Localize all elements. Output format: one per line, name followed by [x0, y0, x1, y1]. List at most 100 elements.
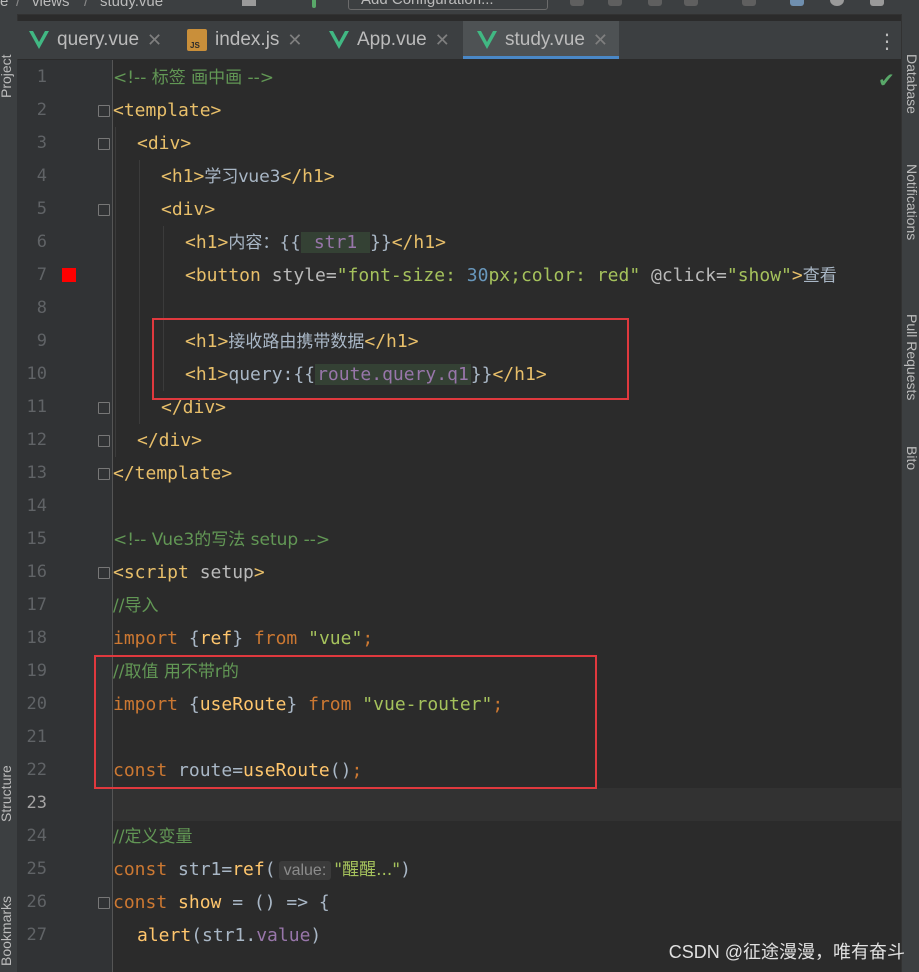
- tab-label: study.vue: [505, 29, 585, 50]
- pull-requests-tool-button[interactable]: Pull Requests: [904, 314, 919, 400]
- line-number: 21: [26, 727, 47, 747]
- code-line-16: <script setup>: [113, 562, 265, 583]
- navigation-bar: e / views / study.vue Add Configuration.…: [0, 0, 919, 15]
- search-icon[interactable]: [830, 0, 844, 6]
- tab-study-vue[interactable]: study.vue ✕: [463, 21, 619, 59]
- code-line-25: const str1=ref(value: "醒醒..."): [113, 859, 411, 880]
- line-number: 5: [36, 199, 47, 219]
- vue-icon: [477, 31, 497, 49]
- fold-icon[interactable]: [98, 468, 110, 480]
- line-number-current: 23: [26, 793, 47, 813]
- line-number: 14: [26, 496, 47, 516]
- line-number: 12: [26, 430, 47, 450]
- line-number: 2: [36, 100, 47, 120]
- line-number: 17: [26, 595, 47, 615]
- code-line-6: <h1>内容：{{ str1 }}</h1>: [185, 232, 446, 253]
- code-line-4: <h1>学习vue3</h1>: [161, 166, 335, 187]
- code-editor[interactable]: <!-- 标签 画中画 --> <template> <div> <h1>学习v…: [113, 60, 901, 972]
- database-tool-button[interactable]: Database: [904, 54, 919, 114]
- tab-label: App.vue: [357, 29, 427, 50]
- js-icon: JS: [187, 29, 207, 51]
- debug-icon[interactable]: [608, 0, 622, 6]
- fold-icon[interactable]: [98, 567, 110, 579]
- line-number: 11: [26, 397, 47, 417]
- code-line-3: <div>: [137, 133, 192, 154]
- user-icon[interactable]: [242, 0, 256, 6]
- watermark: CSDN @征途漫漫，唯有奋斗: [668, 942, 905, 962]
- run-icon[interactable]: [570, 0, 584, 6]
- highlight-box-template: [152, 318, 629, 400]
- tab-label: query.vue: [57, 29, 140, 50]
- line-number: 27: [26, 925, 47, 945]
- fold-icon[interactable]: [98, 138, 110, 150]
- breadcrumb-root[interactable]: e: [0, 0, 8, 10]
- highlight-box-script: [94, 655, 597, 789]
- more-tabs-icon[interactable]: ⋮: [877, 29, 897, 53]
- close-icon[interactable]: ✕: [435, 30, 450, 51]
- code-line-15: <!-- Vue3的写法 setup -->: [113, 530, 331, 550]
- line-number: 10: [26, 364, 47, 384]
- line-number: 15: [26, 529, 47, 549]
- line-number: 25: [26, 859, 47, 879]
- bookmarks-tool-button[interactable]: Bookmarks: [0, 896, 14, 966]
- code-line-13: </template>: [113, 463, 233, 484]
- coverage-icon[interactable]: [648, 0, 662, 6]
- code-line-5: <div>: [161, 199, 216, 220]
- code-line-1: <!-- 标签 画中画 -->: [113, 68, 275, 88]
- vue-icon: [329, 31, 349, 49]
- code-line-2: <template>: [113, 100, 222, 121]
- build-icon[interactable]: [312, 0, 316, 8]
- stop-icon[interactable]: [742, 0, 756, 6]
- breadcrumb-views[interactable]: views: [32, 0, 70, 10]
- run-configuration-select[interactable]: Add Configuration...: [348, 0, 548, 10]
- line-number: 19: [26, 661, 47, 681]
- vue-icon: [29, 31, 49, 49]
- line-number: 18: [26, 628, 47, 648]
- line-number: 8: [36, 298, 47, 318]
- code-line-12: </div>: [137, 430, 203, 451]
- close-icon[interactable]: ✕: [287, 30, 302, 51]
- line-number: 13: [26, 463, 47, 483]
- line-number: 7: [36, 265, 47, 285]
- line-number: 22: [26, 760, 47, 780]
- profile-icon[interactable]: [684, 0, 698, 6]
- fold-icon[interactable]: [98, 402, 110, 414]
- code-line-24: //定义变量: [113, 827, 193, 847]
- close-icon[interactable]: ✕: [593, 30, 608, 51]
- notifications-tool-button[interactable]: Notifications: [904, 164, 919, 240]
- structure-tool-button[interactable]: Structure: [0, 765, 14, 822]
- tab-label: index.js: [215, 29, 280, 50]
- parameter-hint: value:: [278, 861, 332, 880]
- left-tool-strip: Project Structure Bookmarks: [0, 14, 18, 972]
- code-line-26: const show = () => {: [113, 892, 330, 913]
- line-number: 20: [26, 694, 47, 714]
- line-number: 16: [26, 562, 47, 582]
- breakpoint-icon[interactable]: [62, 268, 76, 282]
- translate-icon[interactable]: [790, 0, 804, 6]
- code-line-18: import {ref} from "vue";: [113, 628, 374, 649]
- close-icon[interactable]: ✕: [147, 30, 162, 51]
- gear-icon[interactable]: [870, 0, 884, 6]
- line-number: 9: [36, 331, 47, 351]
- breadcrumb-file[interactable]: study.vue: [100, 0, 163, 10]
- tab-index-js[interactable]: JS index.js ✕: [187, 21, 317, 59]
- line-number: 3: [36, 133, 47, 153]
- line-number: 4: [36, 166, 47, 186]
- project-tool-button[interactable]: Project: [0, 54, 14, 98]
- line-number: 26: [26, 892, 47, 912]
- fold-icon[interactable]: [98, 897, 110, 909]
- tab-app-vue[interactable]: App.vue ✕: [329, 21, 459, 59]
- bito-tool-button[interactable]: Bito: [904, 446, 919, 470]
- line-number: 24: [26, 826, 47, 846]
- fold-icon[interactable]: [98, 435, 110, 447]
- line-number: 6: [36, 232, 47, 252]
- tab-query-vue[interactable]: query.vue ✕: [29, 21, 169, 59]
- code-line-17: //导入: [113, 596, 159, 616]
- line-number: 1: [36, 67, 47, 87]
- right-tool-strip: Database Notifications Pull Requests Bit…: [901, 14, 919, 972]
- fold-icon[interactable]: [98, 105, 110, 117]
- code-line-27: alert(str1.value): [137, 925, 322, 946]
- editor-tabs: query.vue ✕ JS index.js ✕ App.vue ✕ stud…: [17, 21, 901, 59]
- fold-icon[interactable]: [98, 204, 110, 216]
- code-line-7: <button style="font-size: 30px;color: re…: [185, 265, 837, 286]
